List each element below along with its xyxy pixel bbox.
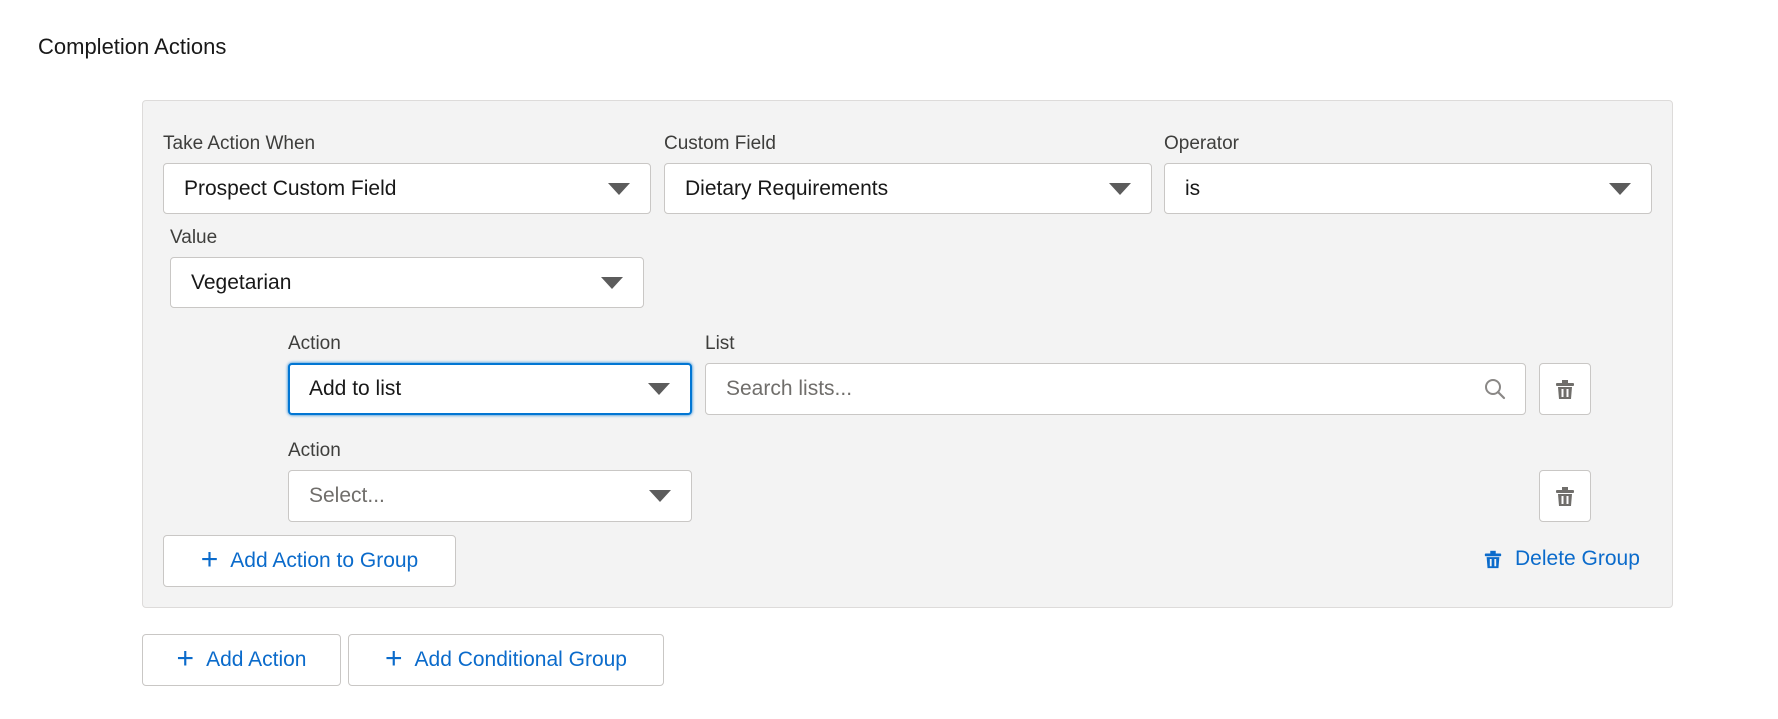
- value-value: Vegetarian: [191, 270, 292, 294]
- add-conditional-group-label: Add Conditional Group: [414, 648, 627, 671]
- trash-icon: [1556, 487, 1574, 506]
- action-label: Action: [288, 440, 341, 461]
- delete-group-button[interactable]: Delete Group: [1483, 547, 1640, 571]
- list-label: List: [705, 333, 735, 354]
- add-action-to-group-button[interactable]: + Add Action to Group: [163, 535, 456, 587]
- action-value: Add to list: [309, 377, 402, 400]
- value-select[interactable]: Vegetarian: [170, 257, 644, 308]
- chevron-down-icon: [601, 276, 623, 289]
- operator-select[interactable]: is: [1164, 163, 1652, 214]
- add-action-button[interactable]: + Add Action: [142, 634, 341, 686]
- custom-field-select[interactable]: Dietary Requirements: [664, 163, 1152, 214]
- delete-action-button[interactable]: [1539, 470, 1591, 522]
- add-action-label: Add Action: [206, 648, 307, 671]
- action-placeholder: Select...: [309, 484, 385, 507]
- delete-action-button[interactable]: [1539, 363, 1591, 415]
- add-conditional-group-button[interactable]: + Add Conditional Group: [348, 634, 664, 686]
- chevron-down-icon: [1109, 182, 1131, 195]
- chevron-down-icon: [1609, 182, 1631, 195]
- custom-field-label: Custom Field: [664, 133, 776, 154]
- take-action-when-label: Take Action When: [163, 133, 316, 154]
- take-action-when-select[interactable]: Prospect Custom Field: [163, 163, 651, 214]
- plus-icon: +: [384, 641, 403, 675]
- custom-field-value: Dietary Requirements: [685, 176, 889, 200]
- list-search-input[interactable]: [705, 363, 1526, 415]
- operator-label: Operator: [1164, 133, 1239, 154]
- value-label: Value: [170, 227, 218, 248]
- operator-value: is: [1185, 176, 1201, 200]
- trash-icon: [1556, 380, 1574, 399]
- chevron-down-icon: [608, 182, 630, 195]
- action-select[interactable]: Select...: [288, 470, 692, 522]
- page-title: Completion Actions: [38, 34, 227, 59]
- delete-group-label: Delete Group: [1515, 547, 1640, 570]
- add-action-to-group-label: Add Action to Group: [230, 549, 419, 572]
- chevron-down-icon: [649, 490, 671, 502]
- chevron-down-icon: [648, 383, 670, 395]
- action-label: Action: [288, 333, 341, 354]
- action-select[interactable]: Add to list: [288, 363, 692, 415]
- search-icon: [1485, 379, 1506, 400]
- plus-icon: +: [200, 542, 219, 576]
- trash-icon: [1484, 550, 1502, 569]
- take-action-when-value: Prospect Custom Field: [184, 176, 397, 200]
- plus-icon: +: [176, 641, 195, 675]
